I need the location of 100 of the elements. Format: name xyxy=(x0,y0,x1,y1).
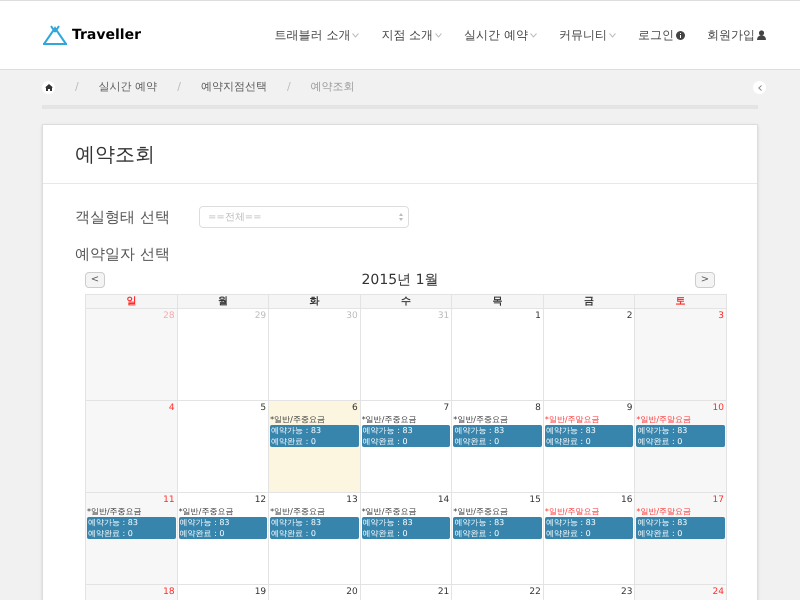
nav-link[interactable]: 지점 소개 xyxy=(381,26,442,44)
availability-text: 예약가능 : 83 xyxy=(88,517,139,528)
availability-text: 예약가능 : 83 xyxy=(546,517,597,528)
availability-text: 예약가능 : 83 xyxy=(546,425,597,436)
day-number: 23 xyxy=(620,586,634,598)
breadcrumb-link[interactable]: 실시간 예약 xyxy=(98,79,158,96)
day-number: 29 xyxy=(254,310,268,322)
rate-label: *일반/주말요금 xyxy=(544,506,601,517)
breadcrumb-link[interactable]: 예약지점선택 xyxy=(200,79,267,96)
day-number: 6 xyxy=(350,402,359,414)
rate-label: *일반/주중요금 xyxy=(362,414,418,425)
availability-text: 예약완료 : 0 xyxy=(180,528,226,539)
day-number: 30 xyxy=(345,310,359,322)
calendar-title: 2015년 1월 xyxy=(362,270,438,290)
breadcrumb-separator: / xyxy=(177,79,181,96)
field-label: 객실형태 선택 xyxy=(75,207,171,228)
tent-logo-icon xyxy=(42,25,68,45)
weekday-header: 금 xyxy=(584,295,594,309)
day-number: 17 xyxy=(712,494,725,506)
nav-link[interactable]: 실시간 예약 xyxy=(464,26,537,44)
availability-text: 예약완료 : 0 xyxy=(546,528,592,539)
availability-text: 예약가능 : 83 xyxy=(637,425,688,436)
availability-text: 예약가능 : 83 xyxy=(454,517,506,528)
logo-text: Traveller xyxy=(72,26,141,44)
chevron-down-icon xyxy=(435,32,442,38)
rate-label: *일반/주말요금 xyxy=(636,506,692,517)
day-number: 10 xyxy=(712,402,725,414)
weekday-header: 화 xyxy=(309,295,320,309)
day-number: 19 xyxy=(254,586,268,598)
availability-text: 예약완료 : 0 xyxy=(362,528,409,539)
weekday-header: 목 xyxy=(492,295,503,309)
rate-label: *일반/주말요금 xyxy=(636,414,692,425)
availability-text: 예약완료 : 0 xyxy=(546,436,592,447)
day-number: 9 xyxy=(626,402,634,414)
breadcrumb-separator: / xyxy=(286,79,291,96)
day-number: 18 xyxy=(162,586,176,598)
day-number: 7 xyxy=(442,402,450,414)
weekday-header: 수 xyxy=(400,295,411,309)
prev-month-button[interactable]: < xyxy=(85,272,105,288)
weekday-header: 일 xyxy=(126,295,136,309)
day-number: 12 xyxy=(254,494,268,506)
page-title: 예약조회 xyxy=(75,141,155,168)
day-number: 11 xyxy=(162,494,176,506)
availability-text: 예약완료 : 0 xyxy=(637,436,684,447)
rate-label: *일반/주중요금 xyxy=(453,506,509,517)
field-label: 예약일자 선택 xyxy=(75,244,171,264)
day-number: 5 xyxy=(259,402,268,414)
availability-text: 예약완료 : 0 xyxy=(88,528,134,539)
home-button[interactable] xyxy=(42,81,55,94)
day-number: 31 xyxy=(436,310,450,322)
breadcrumb-current: 예약조회 xyxy=(310,79,355,96)
weekday-header: 토 xyxy=(676,295,686,309)
day-number: 24 xyxy=(712,586,725,598)
day-number: 21 xyxy=(436,586,450,598)
rate-label: *일반/주중요금 xyxy=(270,414,326,425)
availability-text: 예약완료 : 0 xyxy=(362,436,409,447)
day-number: 14 xyxy=(436,494,450,506)
availability-text: 예약가능 : 83 xyxy=(637,517,688,528)
rate-label: *일반/주말요금 xyxy=(544,414,601,425)
day-number: 28 xyxy=(162,310,176,322)
availability-text: 예약가능 : 83 xyxy=(362,425,414,436)
weekday-header: 월 xyxy=(218,295,228,309)
availability-text: 예약가능 : 83 xyxy=(454,425,506,436)
availability-text: 예약완료 : 0 xyxy=(454,528,500,539)
rate-label: *일반/주중요금 xyxy=(362,506,418,517)
day-number: 15 xyxy=(528,494,542,506)
collapse-button[interactable] xyxy=(753,81,766,94)
chevron-down-icon xyxy=(352,32,360,38)
day-number: 22 xyxy=(528,586,542,598)
availability-text: 예약가능 : 83 xyxy=(271,425,322,436)
user-icon xyxy=(757,30,766,40)
rate-label: *일반/주중요금 xyxy=(270,506,326,517)
availability-text: 예약완료 : 0 xyxy=(637,528,684,539)
spinner-arrows-icon xyxy=(398,212,404,222)
nav-link[interactable]: 로그인 xyxy=(638,26,685,44)
day-number: 3 xyxy=(717,310,725,322)
availability-text: 예약가능 : 83 xyxy=(180,517,231,528)
day-number: 1 xyxy=(534,310,542,322)
chevron-down-icon xyxy=(609,32,616,38)
rate-label: *일반/주중요금 xyxy=(178,506,234,517)
day-number: 2 xyxy=(626,310,634,322)
availability-text: 예약완료 : 0 xyxy=(271,436,318,447)
chevron-down-icon xyxy=(530,32,537,38)
availability-text: 예약가능 : 83 xyxy=(362,517,414,528)
nav-link[interactable]: 회원가입 xyxy=(707,26,766,44)
availability-text: 예약완료 : 0 xyxy=(454,436,500,447)
chevron-left-icon xyxy=(758,84,762,90)
breadcrumb-separator: / xyxy=(75,79,79,96)
day-number: 16 xyxy=(620,494,634,506)
day-number: 20 xyxy=(345,586,359,598)
home-icon xyxy=(44,84,52,91)
day-number: 13 xyxy=(345,494,359,506)
rate-label: *일반/주중요금 xyxy=(87,506,143,517)
nav-link[interactable]: 커뮤니티 xyxy=(559,26,616,44)
info-circle-icon xyxy=(676,30,685,40)
next-month-button[interactable]: > xyxy=(695,272,715,288)
nav-link[interactable]: 트래블러 소개 xyxy=(274,26,360,44)
availability-text: 예약가능 : 83 xyxy=(271,517,322,528)
day-number: 8 xyxy=(534,402,542,414)
rate-label: *일반/주중요금 xyxy=(453,414,509,425)
